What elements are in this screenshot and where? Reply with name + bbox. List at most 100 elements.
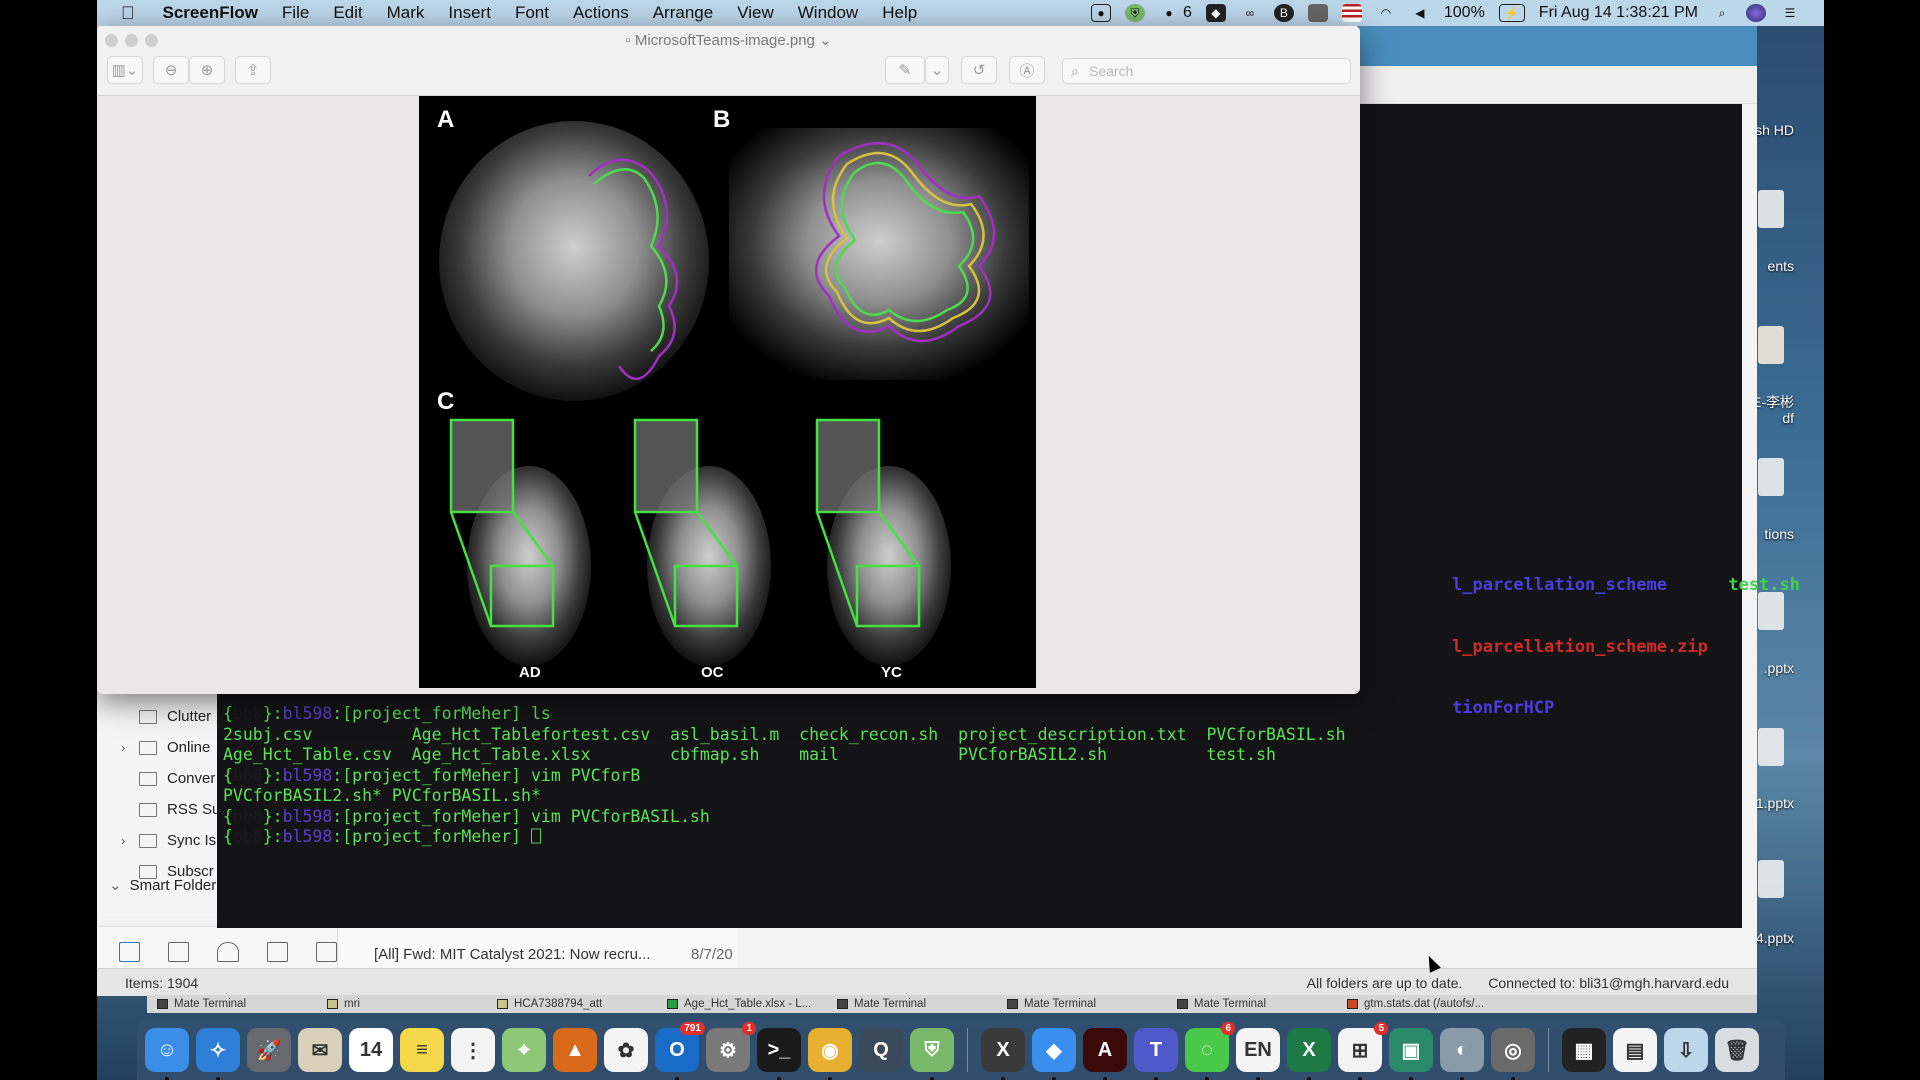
menu-window[interactable]: Window xyxy=(786,3,870,23)
menu-help[interactable]: Help xyxy=(870,3,929,23)
battery-percent[interactable]: 100% xyxy=(1444,4,1485,22)
folder-item[interactable]: Clutter xyxy=(121,708,211,725)
desktop-item-label[interactable]: 4.pptx xyxy=(1756,930,1794,946)
menu-actions[interactable]: Actions xyxy=(561,3,641,23)
menu-app-name[interactable]: ScreenFlow xyxy=(151,3,270,23)
menu-font[interactable]: Font xyxy=(503,3,561,23)
folder-item[interactable]: › Sync Is xyxy=(121,832,216,849)
rotate-button[interactable]: ↺ xyxy=(961,56,997,84)
menu-file[interactable]: File xyxy=(270,3,321,23)
menu-insert[interactable]: Insert xyxy=(436,3,503,23)
dock-quicktime-icon[interactable]: Q xyxy=(859,1028,903,1072)
dock-mail-icon[interactable]: ✉ xyxy=(298,1028,342,1072)
markup-pen-button[interactable]: ✎ xyxy=(885,56,925,84)
creative-cloud-icon[interactable]: ∞ xyxy=(1240,4,1260,22)
screen-record-icon[interactable]: ● xyxy=(1090,4,1111,22)
wifi-icon[interactable]: ◠ xyxy=(1376,4,1396,22)
notes-icon[interactable] xyxy=(315,941,338,962)
zoom-in-button[interactable]: ⊕ xyxy=(189,56,225,84)
dock-microsoft-autoupdate-icon[interactable]: ⊞ 5 xyxy=(1338,1022,1388,1080)
window-title[interactable]: ▫ MicrosoftTeams-image.png ⌄ xyxy=(97,31,1360,49)
clock[interactable]: Fri Aug 14 1:38:21 PM xyxy=(1539,4,1698,22)
dock-screens-icon[interactable]: ▣ xyxy=(1389,1028,1433,1080)
dock-outlook-icon[interactable]: O 791 xyxy=(655,1022,705,1080)
spotlight-search-icon[interactable]: ⌕ xyxy=(1712,4,1732,22)
tasks-icon[interactable] xyxy=(266,941,288,962)
display-icon[interactable] xyxy=(1307,4,1328,22)
dock-endnote-icon[interactable]: EN xyxy=(1236,1028,1280,1080)
menu-mark[interactable]: Mark xyxy=(375,3,437,23)
calendar-icon[interactable] xyxy=(168,941,190,962)
dock-teams-icon[interactable]: T xyxy=(1134,1028,1178,1080)
dock-notes-icon[interactable]: ≡ xyxy=(400,1028,444,1072)
wechat-tray[interactable]: ● 6 xyxy=(1159,4,1192,22)
preview-search-input[interactable]: Search xyxy=(1062,58,1351,84)
taskbar-tab[interactable]: Mate Terminal xyxy=(147,998,317,1010)
zoom-out-button[interactable]: ⊖ xyxy=(153,56,189,84)
desktop-file-icon[interactable] xyxy=(1758,458,1784,496)
volume-icon[interactable]: ◀ xyxy=(1410,4,1430,22)
dock-vpn-icon[interactable]: ⛨ xyxy=(910,1028,954,1080)
smart-folders-header[interactable]: ⌄ Smart Folder xyxy=(109,876,216,894)
dock-calendar-icon[interactable]: 14 xyxy=(349,1028,393,1072)
dock-reminders-icon[interactable]: ⋮ xyxy=(451,1028,495,1072)
dock-preview-icon[interactable]: ◐ xyxy=(1440,1028,1484,1080)
people-icon[interactable] xyxy=(217,941,239,962)
dock-eraser-icon[interactable]: ◆ xyxy=(1032,1028,1076,1080)
dock-screenflow-icon[interactable]: ◎ xyxy=(1491,1028,1535,1080)
us-flag-input-icon[interactable] xyxy=(1341,4,1362,22)
menu-view[interactable]: View xyxy=(725,3,786,23)
mail-icon[interactable] xyxy=(119,941,141,962)
desktop-item-label[interactable]: df xyxy=(1782,410,1794,426)
folder-item[interactable]: Conver xyxy=(121,770,215,787)
taskbar-tab[interactable]: HCA7388794_att xyxy=(487,998,657,1010)
taskbar-tab[interactable]: Mate Terminal xyxy=(1167,998,1337,1010)
dock-maps-icon[interactable]: ⌖ xyxy=(502,1028,546,1072)
battery-icon[interactable]: ⚡ xyxy=(1498,4,1525,22)
dock-excel-icon[interactable]: X xyxy=(1287,1028,1331,1080)
dock-system-preferences-icon[interactable]: ⚙ 1 xyxy=(706,1022,756,1072)
desktop-item-label[interactable]: E-李彬 xyxy=(1752,392,1794,412)
folder-item[interactable]: RSS Su xyxy=(121,801,220,818)
taskbar-tab[interactable]: gtm.stats.dat (/autofs/... xyxy=(1337,998,1507,1010)
dock-recent-image-icon[interactable]: ▦ xyxy=(1562,1028,1606,1072)
folder-item[interactable]: › Online xyxy=(121,739,210,756)
bartender-icon[interactable]: B xyxy=(1273,4,1294,22)
markup-toolbar-button[interactable]: Ⓐ xyxy=(1009,56,1045,84)
menu-edit[interactable]: Edit xyxy=(321,3,374,23)
dock-safari-icon[interactable]: ✧ xyxy=(196,1028,240,1080)
chevron-right-icon[interactable]: › xyxy=(121,833,139,848)
taskbar-tab[interactable]: Mate Terminal xyxy=(997,998,1167,1010)
menu-arrange[interactable]: Arrange xyxy=(641,3,725,23)
dock-acrobat-icon[interactable]: A xyxy=(1083,1028,1127,1080)
apple-menu-icon[interactable]:  xyxy=(97,3,151,24)
dock-xquartz-icon[interactable]: X xyxy=(981,1028,1025,1080)
desktop-item-label[interactable]: ents xyxy=(1768,258,1794,274)
desktop-file-icon[interactable] xyxy=(1758,190,1784,228)
dock-launchpad-icon[interactable]: 🚀 xyxy=(247,1028,291,1072)
evernote-icon[interactable]: ◆ xyxy=(1205,4,1226,22)
dock-trash-icon[interactable]: 🗑 xyxy=(1715,1028,1759,1072)
taskbar-tab[interactable]: Mate Terminal xyxy=(827,998,997,1010)
sidebar-toggle-button[interactable]: ▥⌄ xyxy=(107,56,143,84)
dock-downloads-icon[interactable]: ⇩ xyxy=(1664,1028,1708,1072)
dock-chrome-icon[interactable]: ◉ xyxy=(808,1028,852,1080)
dock-photos-icon[interactable]: ✿ xyxy=(604,1028,648,1072)
chevron-down-icon[interactable]: ⌄ xyxy=(109,877,122,894)
chevron-right-icon[interactable]: › xyxy=(121,740,139,755)
dock-finder-icon[interactable]: ☺ xyxy=(145,1028,189,1080)
siri-icon[interactable] xyxy=(1746,4,1766,22)
dock-terminal-icon[interactable]: >_ xyxy=(757,1028,801,1080)
share-button[interactable]: ⇪ xyxy=(235,56,271,84)
desktop-file-icon[interactable] xyxy=(1758,860,1784,898)
desktop-file-icon[interactable] xyxy=(1758,326,1784,364)
taskbar-tab[interactable]: mri xyxy=(317,998,487,1010)
desktop-item-label[interactable]: sh HD xyxy=(1755,122,1794,138)
notification-center-icon[interactable]: ☰ xyxy=(1780,4,1800,22)
dock-recent-doc-icon[interactable]: ▤ xyxy=(1613,1028,1657,1072)
taskbar-tab[interactable]: Age_Hct_Table.xlsx - L... xyxy=(657,998,827,1010)
dock-wechat-icon[interactable]: ◌ 6 xyxy=(1185,1022,1235,1080)
vpn-icon[interactable]: ⛨ xyxy=(1124,4,1145,22)
markup-menu-button[interactable]: ⌄ xyxy=(925,56,949,84)
dock-matlab-icon[interactable]: ▲ xyxy=(553,1028,597,1072)
